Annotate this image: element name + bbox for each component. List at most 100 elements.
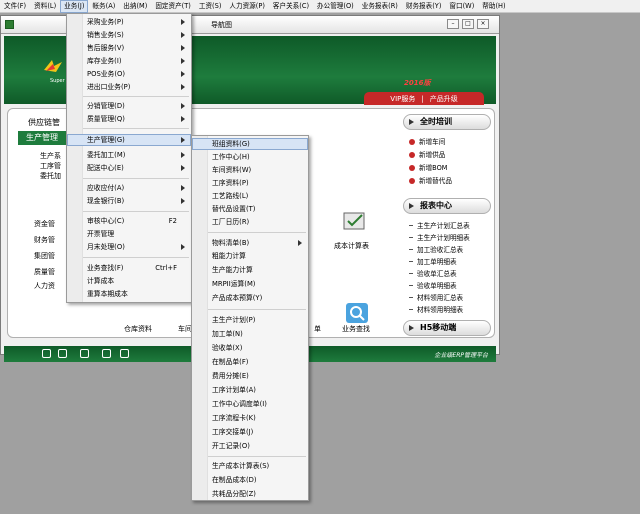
menu-business[interactable]: 业务(J) <box>60 0 89 13</box>
submenu-item-process-card[interactable]: 工序流程卡(K) <box>192 412 308 424</box>
menu-item-inventory[interactable]: 库存业务(I) <box>67 55 191 67</box>
submenu-item-factory-calendar[interactable]: 工厂日历(R) <box>192 216 308 228</box>
business-search-label[interactable]: 业务查找 <box>342 324 370 334</box>
nav-sub-production[interactable]: 生产系 <box>40 151 61 161</box>
cost-sheet-label[interactable]: 成本计算表 <box>334 241 369 251</box>
submenu-item-dispatch[interactable]: 工作中心调度单(I) <box>192 398 308 410</box>
submenu-item-mrp[interactable]: MRPII运算(M) <box>192 278 308 290</box>
menu-item-audit-center[interactable]: 审核中心(C) F2 <box>67 215 191 227</box>
cost-sheet-icon[interactable] <box>340 209 368 233</box>
nav-group-quality[interactable]: 质量管 <box>34 267 55 277</box>
book-icon[interactable] <box>80 349 89 358</box>
product-upgrade-link[interactable]: 产品升级 <box>430 94 458 104</box>
menu-item-business-search[interactable]: 业务查找(F) Ctrl+F <box>67 262 191 274</box>
report-item[interactable]: 材料领用汇总表 <box>409 292 463 302</box>
submenu-item-shared-materials[interactable]: 共耗品分配(Z) <box>192 488 308 500</box>
close-icon[interactable]: × <box>477 19 489 29</box>
submenu-item-wip-order[interactable]: 在制品单(F) <box>192 356 308 368</box>
supply-chain-label[interactable]: 供应链管 <box>28 117 60 128</box>
menu-item-distribution[interactable]: 分销管理(D) <box>67 100 191 112</box>
menu-item-purchase[interactable]: 采购业务(P) <box>67 16 191 28</box>
menu-payroll[interactable]: 工资(S) <box>195 0 226 13</box>
submenu-item-team-data[interactable]: 班组资料(G) <box>192 138 308 150</box>
submenu-item-master-plan[interactable]: 主生产计划(P) <box>192 314 308 326</box>
report-item[interactable]: 主生产计划汇总表 <box>409 220 470 230</box>
menu-item-outsourcing[interactable]: 委托加工(M) <box>67 149 191 161</box>
submenu-item-wip-cost[interactable]: 在制品成本(D) <box>192 474 308 486</box>
menu-item-pos[interactable]: POS业务(O) <box>67 68 191 80</box>
submenu-item-cost-sheet[interactable]: 生产成本计算表(S) <box>192 460 308 472</box>
menu-office[interactable]: 办公管理(O) <box>313 0 358 13</box>
menu-item-after-sales[interactable]: 售后服务(V) <box>67 42 191 54</box>
submenu-item-rough-capacity[interactable]: 粗能力计算 <box>192 250 308 262</box>
business-search-icon[interactable] <box>344 301 372 325</box>
submenu-item-bom[interactable]: 物料清单(B) <box>192 237 308 249</box>
nav-group-group[interactable]: 集团管 <box>34 251 55 261</box>
training-header[interactable]: 全时培训 <box>403 114 491 130</box>
submenu-item-start-record[interactable]: 开工记录(O) <box>192 440 308 452</box>
menu-item-distribution-center[interactable]: 配送中心(E) <box>67 162 191 174</box>
menu-item-month-end[interactable]: 月末处理(O) <box>67 241 191 253</box>
training-item[interactable]: 新增供品 <box>409 149 445 159</box>
submenu-item-process-plan[interactable]: 工序计划单(A) <box>192 384 308 396</box>
menu-hr[interactable]: 人力资源(P) <box>225 0 269 13</box>
submenu-item-workshop-data[interactable]: 车间资料(W) <box>192 164 308 176</box>
nav-group-funds[interactable]: 资金管 <box>34 219 55 229</box>
menu-item-receivable-payable[interactable]: 应收应付(A) <box>67 182 191 194</box>
submenu-item-handover[interactable]: 工序交接单(J) <box>192 426 308 438</box>
maximize-icon[interactable]: □ <box>462 19 474 29</box>
menu-item-recompute-cost[interactable]: 重算本期成本 <box>67 288 191 300</box>
submenu-item-routing[interactable]: 工艺路线(L) <box>192 190 308 202</box>
menu-window[interactable]: 窗口(W) <box>445 0 478 13</box>
menu-accounts[interactable]: 帐务(A) <box>88 0 119 13</box>
h5-mobile-header[interactable]: H5移动端 <box>403 320 491 336</box>
warehouse-data-label[interactable]: 仓库资料 <box>124 324 152 334</box>
menu-data[interactable]: 资料(L) <box>30 0 60 13</box>
report-item[interactable]: 验收单汇总表 <box>409 268 457 278</box>
report-item[interactable]: 加工验收汇总表 <box>409 244 463 254</box>
menu-item-production[interactable]: 生产管理(G) <box>67 134 191 146</box>
menu-crm[interactable]: 客户关系(C) <box>269 0 313 13</box>
report-item[interactable]: 主生产计划明细表 <box>409 232 470 242</box>
menu-file[interactable]: 文件(F) <box>0 0 30 13</box>
submenu-item-cost-budget[interactable]: 产品成本预算(Y) <box>192 292 308 304</box>
menu-item-compute-cost[interactable]: 计算成本 <box>67 275 191 287</box>
submenu-item-work-order[interactable]: 加工单(N) <box>192 328 308 340</box>
menu-item-quality[interactable]: 质量管理(Q) <box>67 113 191 125</box>
menu-fixed-assets[interactable]: 固定资产(T) <box>151 0 195 13</box>
workshop-label[interactable]: 车间 <box>178 324 192 334</box>
nav-sub-outsourcing[interactable]: 委托加 <box>40 171 61 181</box>
menu-help[interactable]: 帮助(H) <box>478 0 509 13</box>
single-label[interactable]: 单 <box>314 324 321 334</box>
menu-item-cash-bank[interactable]: 现金银行(B) <box>67 195 191 207</box>
vip-service-link[interactable]: VIP服务 <box>390 94 415 104</box>
training-item[interactable]: 新增车间 <box>409 136 445 146</box>
submenu-item-work-center[interactable]: 工作中心(H) <box>192 151 308 163</box>
training-item[interactable]: 新增替代品 <box>409 175 452 185</box>
nav-group-finance[interactable]: 财务管 <box>34 235 55 245</box>
report-item[interactable]: 材料领用明细表 <box>409 304 463 314</box>
nav-sub-process[interactable]: 工序管 <box>40 161 61 171</box>
training-item[interactable]: 新增BOM <box>409 162 447 172</box>
submenu-item-substitute-setup[interactable]: 替代品设置(T) <box>192 203 308 215</box>
submenu-arrow-icon <box>181 198 185 204</box>
submenu-item-capacity-calc[interactable]: 生产能力计算 <box>192 264 308 276</box>
sound-icon[interactable] <box>58 349 67 358</box>
minimize-icon[interactable]: – <box>447 19 459 29</box>
menu-item-import-export[interactable]: 进出口业务(P) <box>67 81 191 93</box>
report-item[interactable]: 加工单明细表 <box>409 256 457 266</box>
menu-biz-reports[interactable]: 业务报表(R) <box>358 0 402 13</box>
submenu-item-process-data[interactable]: 工序资料(P) <box>192 177 308 189</box>
nav-group-hr[interactable]: 人力资 <box>34 281 55 291</box>
submenu-item-acceptance[interactable]: 验收单(X) <box>192 342 308 354</box>
menu-cashier[interactable]: 出纳(M) <box>119 0 151 13</box>
report-item[interactable]: 验收单明细表 <box>409 280 457 290</box>
report-center-header[interactable]: 报表中心 <box>403 198 491 214</box>
submenu-item-cost-allocation[interactable]: 费用分摊(E) <box>192 370 308 382</box>
print-icon[interactable] <box>102 349 111 358</box>
menu-item-invoicing[interactable]: 开票管理 <box>67 228 191 240</box>
menu-fin-reports[interactable]: 财务报表(Y) <box>402 0 446 13</box>
menu-item-sales[interactable]: 销售业务(S) <box>67 29 191 41</box>
mail-icon[interactable] <box>42 349 51 358</box>
refresh-icon[interactable] <box>120 349 129 358</box>
